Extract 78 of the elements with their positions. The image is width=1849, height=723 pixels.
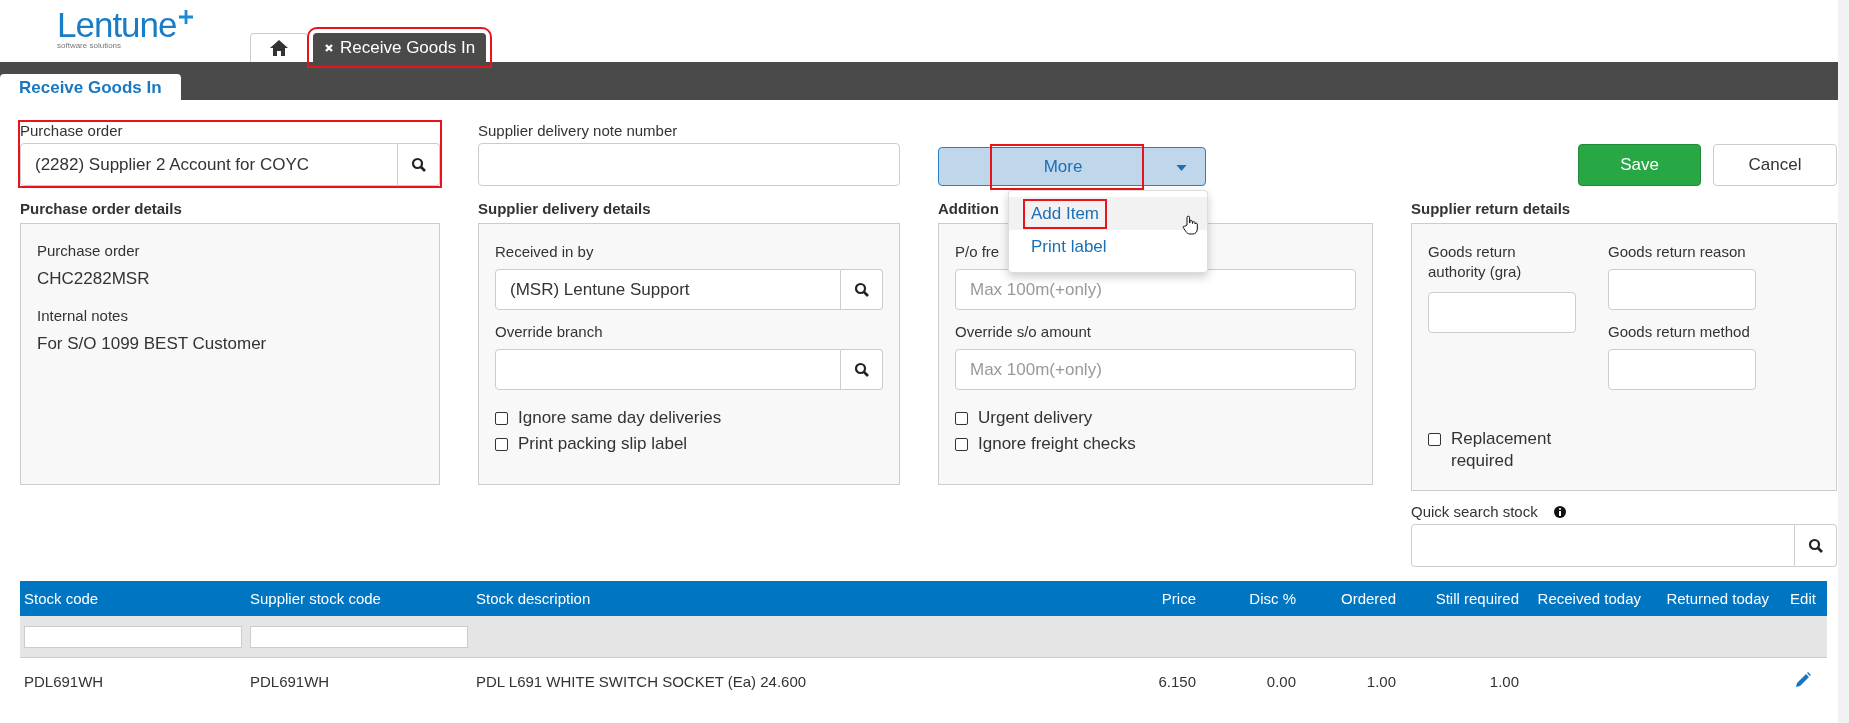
home-icon: [269, 39, 289, 57]
detail-value: For S/O 1099 BEST Customer: [37, 334, 268, 354]
section-heading: Addition: [938, 200, 999, 217]
field-label: Goods return reason: [1608, 242, 1746, 262]
checkbox-label: Urgent delivery: [978, 408, 1093, 428]
hand-cursor-icon: [1182, 215, 1198, 235]
column-header[interactable]: Price: [1106, 590, 1206, 607]
column-header[interactable]: Stock description: [472, 590, 1106, 607]
column-header[interactable]: Still required: [1406, 590, 1529, 607]
info-icon: [1553, 505, 1566, 518]
checkbox[interactable]: [495, 437, 508, 451]
field-label: Goods return method: [1608, 322, 1750, 342]
detail-value: CHC2282MSR: [37, 269, 151, 289]
section-heading: Supplier return details: [1411, 200, 1571, 217]
input-field[interactable]: [478, 143, 900, 186]
field-label: P/o fre: [955, 242, 1000, 262]
input-field[interactable]: (MSR) Lentune Support: [495, 269, 841, 310]
checkbox-label: Replacement required: [1451, 428, 1553, 472]
search-icon: [410, 156, 427, 173]
search-icon: [1807, 537, 1824, 554]
checkbox-label: Print packing slip label: [518, 434, 688, 454]
home-tab[interactable]: [250, 33, 308, 62]
input-field[interactable]: [495, 349, 841, 390]
table-cell-text: 1.00: [1488, 672, 1520, 690]
detail-label: Internal notes: [37, 307, 129, 324]
input-field[interactable]: Max 100m(+only): [955, 269, 1356, 310]
field-label: Override s/o amount: [955, 322, 1091, 342]
input-field[interactable]: [1608, 269, 1756, 310]
caret-icon: [1176, 165, 1187, 171]
column-header[interactable]: Supplier stock code: [246, 590, 472, 607]
search-button[interactable]: [398, 143, 440, 186]
column-header[interactable]: Returned today: [1651, 590, 1779, 607]
field-label: Goods return authority (gra): [1428, 242, 1523, 282]
field-label: Purchase order: [20, 122, 124, 139]
pencil-icon[interactable]: [1795, 671, 1811, 688]
checkbox[interactable]: [495, 411, 508, 425]
checkbox-label: Ignore same day deliveries: [518, 408, 722, 428]
table-cell-text: 0.00: [1265, 672, 1297, 690]
checkbox[interactable]: [955, 437, 968, 451]
search-field[interactable]: [1411, 524, 1795, 567]
table-cell-text: PDL L691 WHITE SWITCH SOCKET (Ea) 24.600: [475, 672, 808, 690]
menu-item[interactable]: Print label: [1009, 230, 1207, 263]
checkbox[interactable]: [955, 411, 968, 425]
column-header[interactable]: Stock code: [20, 590, 246, 607]
checkbox-label: Ignore freight checks: [978, 434, 1136, 454]
filter-field[interactable]: [24, 625, 242, 648]
input-field[interactable]: [1608, 349, 1756, 390]
field-label: Quick search stock: [1411, 503, 1538, 520]
page-tab[interactable]: Receive Goods In: [0, 74, 181, 100]
table-cell-text: 1.00: [1365, 672, 1397, 690]
filter-field[interactable]: [250, 625, 468, 648]
logo: Lentune software solutions: [57, 8, 192, 50]
search-icon: [853, 361, 870, 378]
search-button[interactable]: [841, 349, 883, 390]
column-header[interactable]: Received today: [1529, 590, 1651, 607]
save-button[interactable]: Save: [1578, 144, 1701, 186]
field-label: Supplier delivery note number: [478, 122, 679, 139]
table-cell-text: 6.150: [1157, 672, 1197, 690]
table-cell-text: PDL691WH: [23, 672, 105, 690]
column-header[interactable]: Edit: [1779, 590, 1827, 607]
menu-item[interactable]: Add Item: [1009, 197, 1207, 230]
input-field[interactable]: Max 100m(+only): [955, 349, 1356, 390]
input-field[interactable]: (2282) Supplier 2 Account for COYC: [20, 143, 398, 186]
input-field[interactable]: [1428, 292, 1576, 333]
section-heading: Purchase order details: [20, 200, 182, 217]
field-label: Received in by: [495, 242, 594, 262]
column-header[interactable]: Disc %: [1206, 590, 1306, 607]
search-button[interactable]: [1795, 524, 1837, 567]
section-heading: Supplier delivery details: [478, 200, 651, 217]
table-cell-text: PDL691WH: [249, 672, 331, 690]
search-icon: [853, 281, 870, 298]
cancel-button[interactable]: Cancel: [1713, 144, 1837, 186]
field-label: Override branch: [495, 322, 603, 342]
close-icon: [324, 43, 334, 53]
column-header[interactable]: Ordered: [1306, 590, 1406, 607]
checkbox[interactable]: [1428, 433, 1441, 446]
detail-label: Purchase order: [37, 242, 141, 259]
search-button[interactable]: [841, 269, 883, 310]
